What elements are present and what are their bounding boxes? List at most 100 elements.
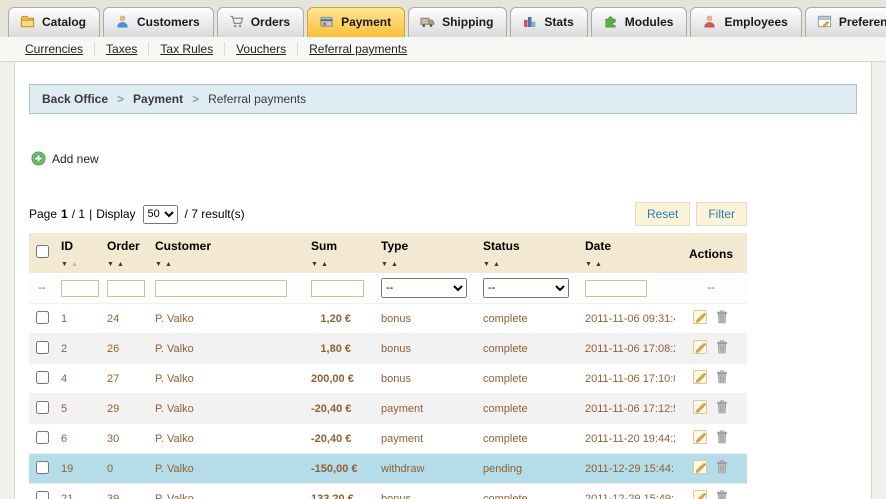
sort-desc-icon[interactable]: ▼ xyxy=(107,261,114,268)
tab-orders[interactable]: Orders xyxy=(216,7,305,37)
sort-asc-icon[interactable]: ▲ xyxy=(493,261,500,268)
table-row[interactable]: 1 24 P. Valko 1,20 € bonus complete 2011-11-06… xyxy=(29,303,747,334)
page-total: / 1 xyxy=(71,207,86,221)
sort-desc-icon[interactable]: ▼ xyxy=(381,261,388,268)
select-all-checkbox[interactable] xyxy=(35,245,49,258)
main-tabs: Catalog Customers Orders Payment Shipping Sta… xyxy=(0,0,886,37)
sort-asc-icon[interactable]: ▲ xyxy=(165,261,172,268)
add-new-button[interactable]: Add new xyxy=(31,151,99,166)
cell-date: 2011-11-06 17:08:27 xyxy=(579,333,675,364)
cell-sum: -150,00 € xyxy=(305,453,375,484)
trash-icon[interactable] xyxy=(714,339,730,358)
submenu-item-tax-rules[interactable]: Tax Rules xyxy=(149,42,226,56)
cell-customer: P. Valko xyxy=(149,483,305,499)
breadcrumb-section[interactable]: Payment xyxy=(133,92,183,106)
row-checkbox[interactable] xyxy=(35,460,49,474)
row-checkbox[interactable] xyxy=(35,310,49,324)
row-checkbox[interactable] xyxy=(35,340,49,354)
sort-desc-icon[interactable]: ▼ xyxy=(155,261,162,268)
sort-desc-icon[interactable]: ▼ xyxy=(585,261,592,268)
edit-icon[interactable] xyxy=(692,309,708,328)
cell-status: complete xyxy=(477,483,579,499)
cell-sum: -20,40 € xyxy=(305,423,375,454)
tab-preferences[interactable]: Preferences xyxy=(804,7,886,37)
tab-shipping[interactable]: Shipping xyxy=(408,7,508,37)
puzzle-icon xyxy=(603,14,618,29)
trash-icon[interactable] xyxy=(714,369,730,388)
edit-icon[interactable] xyxy=(692,369,708,388)
sort-asc-icon[interactable]: ▲ xyxy=(71,261,78,268)
cell-status: complete xyxy=(477,393,579,424)
trash-icon[interactable] xyxy=(714,429,730,448)
sort-desc-icon[interactable]: ▼ xyxy=(483,261,490,268)
sort-desc-icon[interactable]: ▼ xyxy=(61,261,68,268)
tab-modules[interactable]: Modules xyxy=(590,7,688,37)
cart-icon xyxy=(229,14,244,29)
trash-icon[interactable] xyxy=(714,399,730,418)
tab-label: Preferences xyxy=(838,14,886,29)
edit-icon[interactable] xyxy=(692,459,708,478)
sort-asc-icon[interactable]: ▲ xyxy=(117,261,124,268)
tab-customers[interactable]: Customers xyxy=(103,7,214,37)
add-new-label: Add new xyxy=(52,151,99,166)
submenu-item-referral-payments[interactable]: Referral payments xyxy=(298,42,418,56)
edit-icon[interactable] xyxy=(692,339,708,358)
sort-desc-icon[interactable]: ▼ xyxy=(311,261,318,268)
cell-date: 2011-12-29 15:49:32 xyxy=(579,483,675,499)
column-label: Sum xyxy=(311,239,338,253)
cell-customer: P. Valko xyxy=(149,423,305,454)
cell-sum: 133,20 € xyxy=(305,483,375,499)
tab-employees[interactable]: Employees xyxy=(690,7,802,37)
filter-input-date[interactable] xyxy=(585,279,647,297)
filter-input-id[interactable] xyxy=(61,279,99,297)
row-checkbox[interactable] xyxy=(35,490,49,499)
table-row[interactable]: 5 29 P. Valko -20,40 € payment complete 2011-1… xyxy=(29,393,747,424)
cell-date: 2011-11-06 09:31:45 xyxy=(579,303,675,334)
edit-icon[interactable] xyxy=(692,399,708,418)
row-checkbox[interactable] xyxy=(35,370,49,384)
cell-sum: 1,80 € xyxy=(305,333,375,364)
cell-status: complete xyxy=(477,333,579,364)
edit-icon[interactable] xyxy=(692,429,708,448)
sort-asc-icon[interactable]: ▲ xyxy=(321,261,328,268)
trash-icon[interactable] xyxy=(714,309,730,328)
filter-input-sum[interactable] xyxy=(311,279,365,297)
sort-asc-icon[interactable]: ▲ xyxy=(391,261,398,268)
table-row[interactable]: 19 0 P. Valko -150,00 € withdraw pending 2011-… xyxy=(29,453,747,484)
filter-select-status[interactable]: -- xyxy=(483,278,570,298)
truck-icon xyxy=(420,14,435,29)
cell-id: 21 xyxy=(55,483,101,499)
trash-icon[interactable] xyxy=(714,459,730,478)
page-size-select[interactable]: 50 xyxy=(142,204,178,224)
column-label: Actions xyxy=(688,247,733,261)
tab-stats[interactable]: Stats xyxy=(510,7,588,37)
table-row[interactable]: 21 39 P. Valko 133,20 € bonus complete 2011-12… xyxy=(29,483,747,499)
tab-payment[interactable]: Payment xyxy=(307,7,406,37)
table-row[interactable]: 2 26 P. Valko 1,80 € bonus complete 2011-11-06… xyxy=(29,333,747,364)
cell-type: payment xyxy=(375,423,477,454)
submenu-item-taxes[interactable]: Taxes xyxy=(95,42,150,56)
sort-asc-icon[interactable]: ▲ xyxy=(595,261,602,268)
submenu-item-vouchers[interactable]: Vouchers xyxy=(225,42,299,56)
submenu: Currencies Taxes Tax Rules Vouchers Referral… xyxy=(0,37,886,62)
page-current: 1 xyxy=(61,207,68,221)
filter-input-order[interactable] xyxy=(107,279,145,297)
filter-select-type[interactable]: -- xyxy=(381,278,468,298)
submenu-item-currencies[interactable]: Currencies xyxy=(14,42,96,56)
breadcrumb-separator-icon: > xyxy=(192,92,200,106)
trash-icon[interactable] xyxy=(714,489,730,499)
breadcrumb-root[interactable]: Back Office xyxy=(42,92,108,106)
cell-customer: P. Valko xyxy=(149,393,305,424)
filter-button[interactable]: Filter xyxy=(696,202,747,226)
filter-input-customer[interactable] xyxy=(155,279,288,297)
table-header-row: ID ▼ ▲ Order ▼ ▲ Customer ▼ ▲ Sum ▼ ▲ Type ▼ ▲ Status ▼ ▲… xyxy=(29,233,747,273)
table-row[interactable]: 6 30 P. Valko -20,40 € payment complete 2011-1… xyxy=(29,423,747,454)
row-checkbox[interactable] xyxy=(35,430,49,444)
cell-date: 2011-11-20 19:44:23 xyxy=(579,423,675,454)
tab-catalog[interactable]: Catalog xyxy=(8,7,101,37)
reset-button[interactable]: Reset xyxy=(634,202,691,226)
edit-icon[interactable] xyxy=(692,489,708,499)
filter-cell-order xyxy=(101,273,149,304)
row-checkbox[interactable] xyxy=(35,400,49,414)
table-row[interactable]: 4 27 P. Valko 200,00 € bonus complete 2011-11-… xyxy=(29,363,747,394)
